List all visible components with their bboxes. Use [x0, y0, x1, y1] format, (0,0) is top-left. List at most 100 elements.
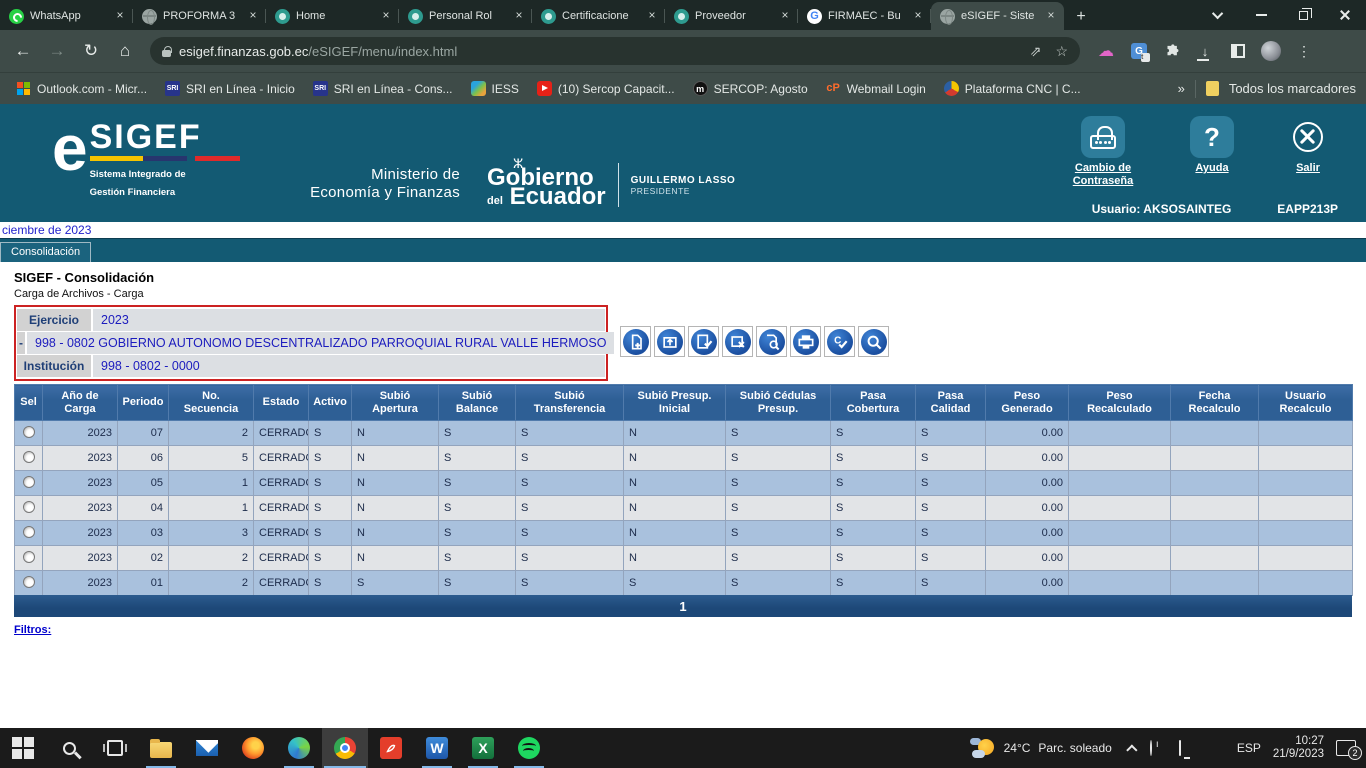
taskbar-task-view-button[interactable] [92, 728, 138, 768]
help-button[interactable]: ? Ayuda [1182, 116, 1242, 188]
row-select-radio[interactable] [23, 451, 35, 463]
save-upload-button[interactable] [654, 326, 685, 357]
back-button[interactable]: ← [8, 36, 38, 66]
volume-icon[interactable] [1208, 741, 1225, 756]
row-select-radio[interactable] [23, 551, 35, 563]
new-document-button[interactable] [620, 326, 651, 357]
taskbar-start-button[interactable] [0, 728, 46, 768]
cell: S [831, 421, 916, 446]
weather-widget[interactable]: 24°C Parc. soleado [964, 737, 1118, 759]
side-panel-icon[interactable] [1228, 41, 1248, 61]
reload-button[interactable]: ↻ [76, 36, 106, 66]
close-button[interactable] [1324, 0, 1366, 30]
extension-pink-icon[interactable]: ☁ [1096, 41, 1116, 61]
home-button[interactable]: ⌂ [110, 36, 140, 66]
bookmark-sri-en-l-nea-cons[interactable]: SRISRI en Línea - Cons... [306, 78, 460, 99]
tab-certificacione[interactable]: Certificacione× [532, 2, 665, 30]
exit-button[interactable]: Salir [1278, 116, 1338, 188]
tab-close-icon[interactable]: × [1044, 9, 1058, 23]
row-select-radio[interactable] [23, 576, 35, 588]
clock[interactable]: 10:27 21/9/2023 [1273, 735, 1324, 761]
bookmarks-overflow-chevron[interactable]: » [1178, 81, 1185, 96]
preview-document-button[interactable] [756, 326, 787, 357]
change-password-button[interactable]: Cambio deContraseña [1060, 116, 1146, 188]
tab-close-icon[interactable]: × [246, 9, 260, 23]
table-row[interactable]: 2023051CERRADOSNSSNSSS0.00 [15, 471, 1353, 496]
table-row[interactable]: 2023072CERRADOSNSSNSSS0.00 [15, 421, 1353, 446]
profile-avatar[interactable] [1261, 41, 1281, 61]
delete-record-button[interactable] [722, 326, 753, 357]
taskbar-firefox-button[interactable] [230, 728, 276, 768]
row-select-radio[interactable] [23, 501, 35, 513]
tab-search-chevron-icon[interactable] [1198, 0, 1240, 30]
bookmark-10-sercop-capacit[interactable]: (10) Sercop Capacit... [530, 78, 682, 99]
taskbar-word-button[interactable]: W [414, 728, 460, 768]
table-row[interactable]: 2023022CERRADOSNSSNSSS0.00 [15, 546, 1353, 571]
teams-tray-icon[interactable] [1150, 741, 1167, 756]
language-indicator[interactable]: ESP [1237, 741, 1261, 755]
taskbar-mail-button[interactable] [184, 728, 230, 768]
table-row[interactable]: 2023041CERRADOSNSSNSSS0.00 [15, 496, 1353, 521]
taskbar-edge-button[interactable] [276, 728, 322, 768]
tab-whatsapp[interactable]: WhatsApp× [0, 2, 133, 30]
notification-center-icon[interactable]: 2 [1336, 740, 1356, 756]
tab-esigef-siste[interactable]: eSIGEF - Siste× [931, 2, 1064, 30]
validate-checklist-button[interactable] [688, 326, 719, 357]
table-row[interactable]: 2023012CERRADOSSSSSSSS0.00 [15, 571, 1353, 596]
tab-home[interactable]: Home× [266, 2, 399, 30]
tab-close-icon[interactable]: × [911, 9, 925, 23]
tab-proveedor[interactable]: Proveedor× [665, 2, 798, 30]
new-tab-button[interactable]: + [1068, 4, 1094, 30]
tab-close-icon[interactable]: × [113, 9, 127, 23]
tab-close-icon[interactable]: × [778, 9, 792, 23]
pagination-bar[interactable]: 1 [14, 595, 1352, 617]
taskbar-acrobat-button[interactable] [368, 728, 414, 768]
address-bar[interactable]: esigef.finanzas.gob.ec/eSIGEF/menu/index… [150, 37, 1080, 65]
menu-kebab-icon[interactable]: ⋮ [1294, 41, 1314, 61]
bookmark-star-icon[interactable]: ☆ [1055, 43, 1068, 60]
bookmark-webmail-login[interactable]: cPWebmail Login [819, 78, 933, 99]
tray-expand-chevron[interactable] [1126, 744, 1137, 755]
translate-icon[interactable]: G [1129, 41, 1149, 61]
row-select-radio[interactable] [23, 526, 35, 538]
maximize-button[interactable] [1282, 0, 1324, 30]
tab-close-icon[interactable]: × [645, 9, 659, 23]
menu-tab-consolidacion[interactable]: Consolidación [0, 242, 91, 262]
filters-link[interactable]: Filtros: [14, 624, 51, 636]
tab-proforma-3[interactable]: PROFORMA 3× [133, 2, 266, 30]
tab-firmaec-bu[interactable]: GFIRMAEC - Bu× [798, 2, 931, 30]
consolidate-check-button[interactable]: C [824, 326, 855, 357]
share-icon[interactable]: ⇗ [1030, 43, 1042, 60]
tab-close-icon[interactable]: × [512, 9, 526, 23]
table-row[interactable]: 2023033CERRADOSNSSNSSS0.00 [15, 521, 1353, 546]
minimize-button[interactable] [1240, 0, 1282, 30]
taskbar-file-explorer-button[interactable] [138, 728, 184, 768]
table-row[interactable]: 2023065CERRADOSNSSNSSS0.00 [15, 446, 1353, 471]
bookmark-plataforma-cnc-c[interactable]: Plataforma CNC | C... [937, 78, 1088, 99]
downloads-icon[interactable]: ↓ [1195, 41, 1215, 61]
bookmark-outlook-com-micr[interactable]: Outlook.com - Micr... [10, 79, 154, 99]
row-select-radio[interactable] [23, 476, 35, 488]
row-select-radio[interactable] [23, 426, 35, 438]
tab-personal-rol[interactable]: Personal Rol× [399, 2, 532, 30]
tab-close-icon[interactable]: × [379, 9, 393, 23]
column-header-subi-presup-inicial: Subió Presup. Inicial [624, 385, 726, 421]
cell: S [624, 571, 726, 596]
all-bookmarks-label[interactable]: Todos los marcadores [1229, 81, 1356, 96]
search-recalculate-button[interactable] [858, 326, 889, 357]
taskbar-spotify-button[interactable] [506, 728, 552, 768]
print-button[interactable] [790, 326, 821, 357]
cell: 2023 [43, 421, 118, 446]
cell: S [831, 496, 916, 521]
bookmark-sercop-agosto[interactable]: mSERCOP: Agosto [686, 78, 815, 99]
bookmark-sri-en-l-nea-inicio[interactable]: SRISRI en Línea - Inicio [158, 78, 302, 99]
taskbar-search-button[interactable] [46, 728, 92, 768]
taskbar-chrome-button[interactable] [322, 728, 368, 768]
extensions-puzzle-icon[interactable] [1162, 41, 1182, 61]
taskbar-excel-button[interactable]: X [460, 728, 506, 768]
forward-button[interactable]: → [42, 36, 72, 66]
divider [618, 163, 619, 207]
bookmark-iess[interactable]: IESS [464, 78, 526, 99]
network-icon[interactable] [1179, 741, 1196, 756]
column-header-fecha-recalculo: Fecha Recalculo [1171, 385, 1259, 421]
